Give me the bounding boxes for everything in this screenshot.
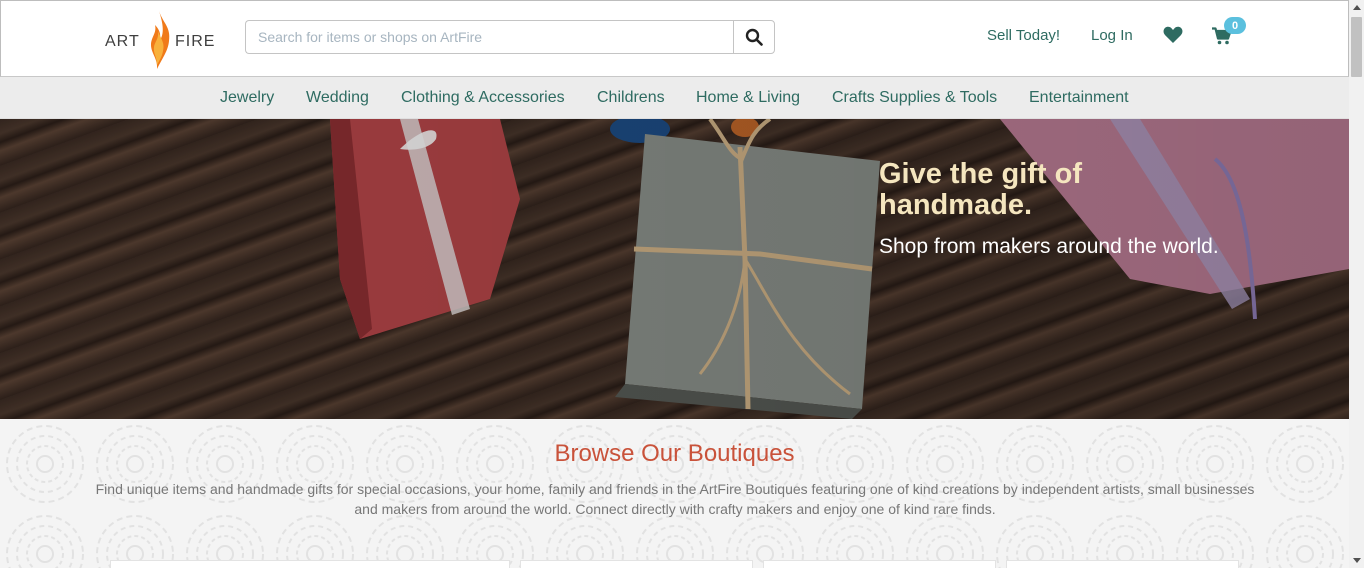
- hero-title: Give the gift of handmade.: [879, 159, 1082, 221]
- boutique-card[interactable]: [520, 560, 753, 568]
- logo-text-fire: FIRE: [175, 33, 216, 50]
- category-crafts-supplies-tools[interactable]: Crafts Supplies & Tools: [832, 89, 997, 107]
- cart-count-badge: 0: [1224, 17, 1246, 34]
- login-link[interactable]: Log In: [1091, 27, 1133, 44]
- category-jewelry[interactable]: Jewelry: [220, 89, 274, 107]
- flame-icon: [151, 11, 170, 69]
- category-nav: Jewelry Wedding Clothing & Accessories C…: [0, 77, 1349, 119]
- boutique-card[interactable]: [1006, 560, 1239, 568]
- boutique-card[interactable]: [110, 560, 510, 568]
- category-childrens[interactable]: Childrens: [597, 89, 665, 107]
- browse-title: Browse Our Boutiques: [554, 440, 795, 467]
- scroll-up-arrow-icon[interactable]: [1349, 0, 1364, 15]
- browse-boutiques-section: Browse Our Boutiques Find unique items a…: [0, 419, 1349, 568]
- category-wedding[interactable]: Wedding: [306, 89, 369, 107]
- category-clothing-accessories[interactable]: Clothing & Accessories: [401, 89, 565, 107]
- scroll-down-arrow-icon[interactable]: [1349, 553, 1364, 568]
- category-home-living[interactable]: Home & Living: [696, 89, 800, 107]
- page: ART FIRE Sell Today! Log In: [0, 0, 1349, 568]
- logo-text-art: ART: [105, 33, 140, 50]
- boutique-card[interactable]: [763, 560, 996, 568]
- hero-title-line-1: Give the gift of: [879, 158, 1082, 190]
- hero-title-line-2: handmade.: [879, 189, 1033, 221]
- site-header: ART FIRE Sell Today! Log In: [0, 0, 1349, 77]
- browse-description: Find unique items and handmade gifts for…: [95, 481, 1255, 517]
- category-entertainment[interactable]: Entertainment: [1029, 89, 1129, 107]
- search-button[interactable]: [733, 20, 775, 54]
- scrollbar-thumb[interactable]: [1351, 17, 1362, 77]
- search-input[interactable]: [245, 20, 733, 54]
- hero-banner[interactable]: Give the gift of handmade. Shop from mak…: [0, 119, 1349, 419]
- sell-today-link[interactable]: Sell Today!: [987, 27, 1060, 44]
- search-bar: [245, 20, 775, 54]
- hero-subtitle: Shop from makers around the world.: [879, 235, 1219, 258]
- artfire-logo[interactable]: ART FIRE: [105, 9, 217, 71]
- vertical-scrollbar[interactable]: [1349, 0, 1364, 568]
- hero-gift-image: [0, 119, 1349, 419]
- heart-icon[interactable]: [1163, 26, 1183, 44]
- search-icon: [745, 28, 763, 46]
